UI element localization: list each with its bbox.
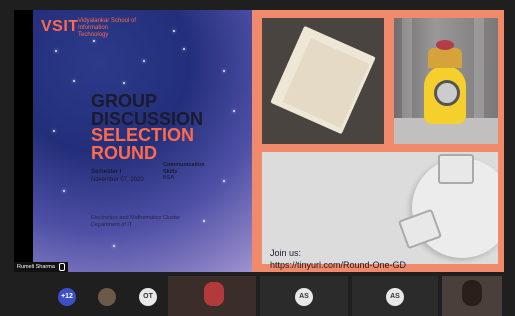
college-name: Vidyalankar School of Information Techno… — [78, 18, 136, 38]
title-line: GROUP — [91, 91, 158, 111]
join-link[interactable]: https://tinyurl.com/Round-One-GD — [270, 260, 406, 270]
star-decoration — [173, 30, 175, 32]
slide-left-panel: VSIT Vidyalankar School of Information T… — [33, 10, 252, 272]
video-meeting-window: VSIT Vidyalankar School of Information T… — [0, 0, 515, 316]
star-decoration — [63, 190, 65, 192]
slide-right-panel: Join us: https://tinyurl.com/Round-One-G… — [252, 10, 504, 272]
avatar-initials: AS — [386, 288, 404, 306]
date-label: November 07, 2020 — [91, 177, 144, 183]
minion-photo — [394, 18, 498, 144]
department-line: Department of IT — [91, 222, 133, 228]
semester-info: Semester I November 07, 2020 — [91, 168, 144, 184]
shared-screen: VSIT Vidyalankar School of Information T… — [14, 10, 504, 272]
participant-strip: +12 OT AS AS — [0, 276, 515, 316]
avatar-initials: OT — [139, 288, 157, 306]
participant-tile[interactable]: AS — [352, 276, 438, 316]
star-decoration — [53, 130, 55, 132]
star-decoration — [143, 60, 145, 62]
star-decoration — [223, 70, 225, 72]
star-decoration — [223, 180, 225, 182]
participant-video-tile[interactable] — [442, 276, 502, 316]
semester-label: Semester I — [91, 169, 122, 175]
participant-video-tile[interactable] — [168, 276, 256, 316]
participant-tile[interactable]: +12 — [52, 276, 82, 316]
avatar-initials: AS — [295, 288, 313, 306]
star-decoration — [93, 40, 95, 42]
star-decoration — [183, 48, 185, 50]
title-line: SELECTION — [91, 125, 195, 145]
participant-video — [204, 282, 224, 306]
participant-video — [462, 280, 482, 306]
join-label: Join us: — [270, 248, 302, 258]
avatar — [98, 288, 116, 306]
participant-tile[interactable] — [90, 276, 126, 316]
crown-top — [436, 40, 454, 50]
subject-line: BSA — [163, 175, 175, 181]
title-line: ROUND — [91, 143, 157, 163]
subject-info: Communication Skills BSA — [163, 162, 223, 182]
department-line: Electronics and Mathematics Cluster — [91, 215, 181, 221]
presenter-name-tag: Rumeli Sharma — [14, 262, 69, 272]
mic-icon — [59, 262, 66, 271]
participant-tile[interactable]: OT — [130, 276, 166, 316]
star-decoration — [73, 80, 75, 82]
slide-title-dark: GROUP DISCUSSION — [91, 92, 241, 128]
college-logo: VSIT — [41, 18, 79, 35]
slide-title-accent: SELECTION ROUND — [91, 126, 241, 162]
department-info: Electronics and Mathematics Cluster Depa… — [91, 215, 211, 229]
crown-icon — [428, 48, 462, 68]
star-decoration — [123, 82, 125, 84]
participant-tile[interactable]: AS — [260, 276, 348, 316]
notebook-photo — [262, 18, 384, 144]
star-decoration — [55, 50, 57, 52]
chair — [438, 154, 474, 184]
overflow-count-badge[interactable]: +12 — [58, 288, 76, 306]
minion-goggle — [434, 80, 460, 106]
star-decoration — [113, 245, 115, 247]
presenter-name: Rumeli Sharma — [17, 264, 55, 270]
